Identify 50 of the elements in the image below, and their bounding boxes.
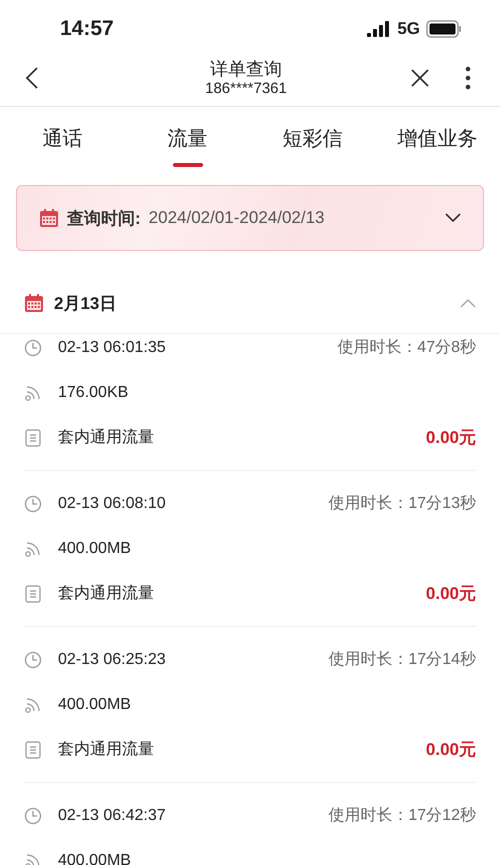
data-amount: 400.00MB [58, 696, 132, 714]
close-icon[interactable] [410, 68, 430, 88]
record-time: 02-13 06:25:23 [58, 650, 167, 668]
fee-amount: 0.00元 [426, 583, 476, 605]
tab[interactable]: 短彩信 [250, 107, 375, 171]
clock-icon [24, 650, 42, 668]
record-time: 02-13 06:08:10 [58, 494, 167, 512]
battery-icon [426, 20, 462, 38]
tab[interactable]: 增值业务 [375, 107, 500, 171]
plan-type: 套内通用流量 [58, 740, 155, 760]
tab[interactable]: 流量 [125, 107, 250, 171]
status-time: 14:57 [60, 17, 114, 41]
date-range: 2024/02/01-2024/02/13 [148, 208, 326, 228]
fee-amount: 0.00元 [426, 739, 476, 761]
document-icon [24, 584, 42, 602]
record-time: 02-13 06:42:37 [58, 806, 167, 824]
plan-type: 套内通用流量 [58, 584, 155, 604]
signal-icon [367, 21, 392, 37]
tab[interactable]: 通话 [0, 107, 125, 171]
day-header[interactable]: 2月13日 [0, 273, 500, 334]
data-amount: 176.00KB [58, 384, 130, 402]
date-filter-card[interactable]: 查询时间: 2024/02/01-2024/02/13 [16, 185, 484, 251]
document-icon [24, 428, 42, 446]
plan-type: 套内通用流量 [58, 428, 155, 448]
signal-waves-icon [24, 384, 42, 402]
clock-icon [24, 806, 42, 824]
document-icon [24, 740, 42, 758]
usage-duration: 使用时长：47分8秒 [337, 338, 476, 358]
signal-waves-icon [24, 540, 42, 558]
calendar-icon [39, 208, 59, 228]
back-icon[interactable] [25, 66, 39, 90]
day-label: 2月13日 [54, 292, 118, 314]
clock-icon [24, 494, 42, 512]
signal-waves-icon [24, 696, 42, 714]
data-amount: 400.00MB [58, 540, 132, 558]
usage-duration: 使用时长：17分13秒 [328, 494, 476, 514]
record-time: 02-13 06:01:35 [58, 338, 167, 356]
usage-duration: 使用时长：17分14秒 [328, 650, 476, 670]
clock-icon [24, 338, 42, 356]
chevron-down-icon [445, 213, 461, 223]
more-icon[interactable] [465, 66, 471, 90]
filter-label: 查询时间: [67, 208, 141, 230]
fee-amount: 0.00元 [426, 427, 476, 449]
network-label: 5G [397, 19, 420, 39]
calendar-icon [24, 293, 44, 313]
data-amount: 400.00MB [58, 852, 132, 865]
signal-waves-icon [24, 852, 42, 865]
page-title: 详单查询 [210, 58, 282, 80]
usage-duration: 使用时长：17分12秒 [328, 806, 476, 826]
phone-number: 186****7361 [205, 80, 287, 98]
